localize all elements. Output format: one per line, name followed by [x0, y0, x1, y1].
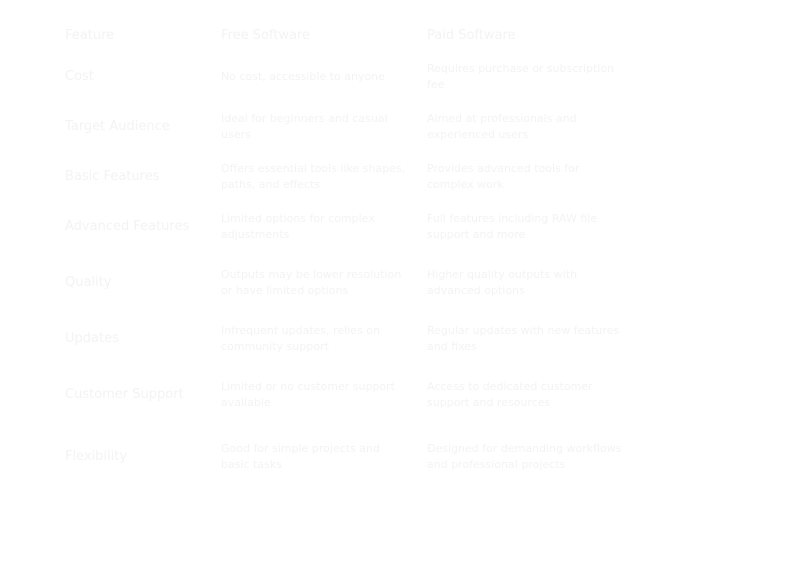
- header-free-software: Free Software: [221, 27, 311, 43]
- paid-value: Provides advanced tools for complex work: [427, 162, 580, 191]
- free-value: Good for simple projects and basic tasks: [221, 442, 380, 471]
- free-value: Outputs may be lower resolution or have …: [221, 268, 402, 297]
- table-row: Updates Infrequent updates, relies on co…: [55, 314, 637, 364]
- feature-name: Advanced Features: [65, 219, 190, 234]
- paid-value: Access to dedicated customer support and…: [427, 380, 593, 409]
- feature-name: Cost: [65, 69, 94, 84]
- free-value: No cost, accessible to anyone: [221, 70, 385, 83]
- feature-name: Customer Support: [65, 387, 184, 402]
- table-row: Quality Outputs may be lower resolution …: [55, 252, 637, 314]
- comparison-table: Feature Free Software Paid Software Cost…: [55, 18, 637, 488]
- feature-name: Basic Features: [65, 169, 160, 184]
- feature-name: Flexibility: [65, 449, 128, 464]
- feature-name: Target Audience: [65, 119, 170, 134]
- table-row: Target Audience Ideal for beginners and …: [55, 102, 637, 152]
- paid-value: Full features including RAW file support…: [427, 212, 598, 241]
- feature-name: Quality: [65, 275, 112, 290]
- free-value: Ideal for beginners and casual users: [221, 112, 388, 141]
- paid-value: Requires purchase or subscription fee: [427, 62, 615, 91]
- table-row: Flexibility Good for simple projects and…: [55, 426, 637, 488]
- free-value: Limited options for complex adjustments: [221, 212, 375, 241]
- paid-value: Designed for demanding workflows and pro…: [427, 442, 622, 471]
- free-value: Offers essential tools like shapes, path…: [221, 162, 406, 191]
- header-row: Feature Free Software Paid Software: [55, 18, 637, 52]
- table-row: Cost No cost, accessible to anyone Requi…: [55, 52, 637, 102]
- free-value: Limited or no customer support available: [221, 380, 395, 409]
- header-feature: Feature: [65, 27, 115, 43]
- paid-value: Aimed at professionals and experienced u…: [427, 112, 577, 141]
- free-value: Infrequent updates, relies on community …: [221, 324, 380, 353]
- header-paid-software: Paid Software: [427, 27, 516, 43]
- paid-value: Regular updates with new features and fi…: [427, 324, 620, 353]
- feature-name: Updates: [65, 331, 119, 346]
- table-row: Basic Features Offers essential tools li…: [55, 152, 637, 202]
- table-row: Customer Support Limited or no customer …: [55, 364, 637, 426]
- table-row: Advanced Features Limited options for co…: [55, 202, 637, 252]
- paid-value: Higher quality outputs with advanced opt…: [427, 268, 578, 297]
